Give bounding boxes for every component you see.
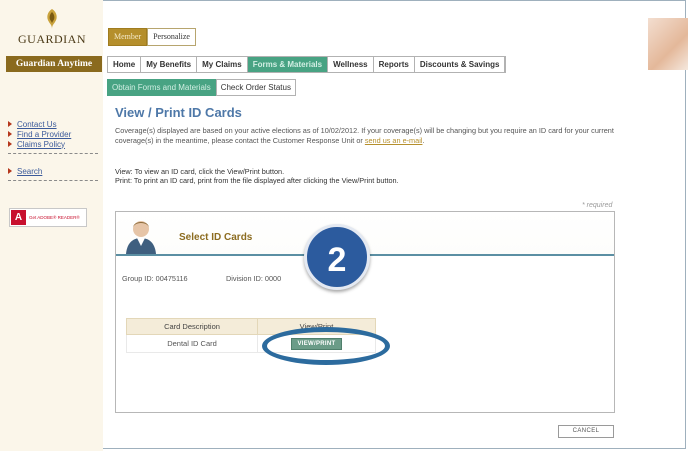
- instructions: View: To view an ID card, click the View…: [115, 167, 625, 185]
- tab-member[interactable]: Member: [108, 28, 148, 46]
- nav-forms-materials[interactable]: Forms & Materials: [247, 57, 329, 72]
- sidebar-link-search[interactable]: Search: [8, 166, 100, 176]
- top-tabs: Member Personalize: [108, 28, 196, 46]
- nav-wellness[interactable]: Wellness: [328, 57, 374, 72]
- division-id: Division ID: 0000: [226, 274, 282, 283]
- sidebar-links: Contact Us Find a Provider Claims Policy…: [8, 119, 100, 185]
- arrow-icon: [8, 131, 12, 137]
- arrow-icon: [8, 168, 12, 174]
- adobe-badge-text: Get ADOBE® READER®: [29, 215, 80, 220]
- sidebar-link-find-provider[interactable]: Find a Provider: [8, 129, 100, 139]
- arrow-icon: [8, 141, 12, 147]
- nav-my-claims[interactable]: My Claims: [197, 57, 248, 72]
- support-agent-icon: [126, 221, 156, 254]
- required-note: * required: [582, 202, 613, 209]
- guardian-anytime-bar: Guardian Anytime: [6, 56, 102, 72]
- intro-text: Coverage(s) displayed are based on your …: [115, 126, 614, 145]
- sidebar-link-contact-us[interactable]: Contact Us: [8, 119, 100, 129]
- group-id: Group ID: 00475116: [122, 274, 188, 283]
- panel-title: Select ID Cards: [179, 232, 253, 243]
- step-number-badge: 2: [304, 224, 370, 290]
- header-card-description: Card Description: [126, 318, 258, 335]
- tab-personalize[interactable]: Personalize: [147, 28, 196, 46]
- header-photo: [648, 18, 688, 70]
- divider: [8, 153, 98, 154]
- subnav-obtain-forms[interactable]: Obtain Forms and Materials: [107, 79, 216, 96]
- left-sidebar: GUARDIAN Guardian Anytime Contact Us Fin…: [0, 0, 103, 451]
- nav-home[interactable]: Home: [108, 57, 142, 72]
- cancel-button[interactable]: CANCEL: [558, 425, 614, 438]
- guardian-logo[interactable]: GUARDIAN: [6, 8, 98, 52]
- subnav-check-order-status[interactable]: Check Order Status: [215, 79, 296, 96]
- adobe-reader-icon: A: [11, 210, 26, 225]
- main-nav: Home My Benefits My Claims Forms & Mater…: [107, 56, 507, 73]
- sidebar-link-claims-policy[interactable]: Claims Policy: [8, 139, 100, 149]
- logo-text: GUARDIAN: [18, 32, 86, 46]
- nav-my-benefits[interactable]: My Benefits: [141, 57, 198, 72]
- email-link[interactable]: send us an e-mail: [365, 136, 423, 145]
- get-adobe-reader-badge[interactable]: A Get ADOBE® READER®: [9, 208, 87, 227]
- instruction-view: View: To view an ID card, click the View…: [115, 167, 285, 176]
- sub-nav: Obtain Forms and Materials Check Order S…: [107, 79, 296, 96]
- nav-discounts-savings[interactable]: Discounts & Savings: [415, 57, 506, 72]
- nav-reports[interactable]: Reports: [374, 57, 415, 72]
- divider: [8, 180, 98, 181]
- guardian-emblem-icon: [47, 9, 57, 29]
- arrow-icon: [8, 121, 12, 127]
- highlight-ellipse: [262, 327, 390, 365]
- instruction-print: Print: To print an ID card, print from t…: [115, 176, 399, 185]
- card-description-cell: Dental ID Card: [126, 334, 258, 353]
- page-title: View / Print ID Cards: [115, 105, 242, 120]
